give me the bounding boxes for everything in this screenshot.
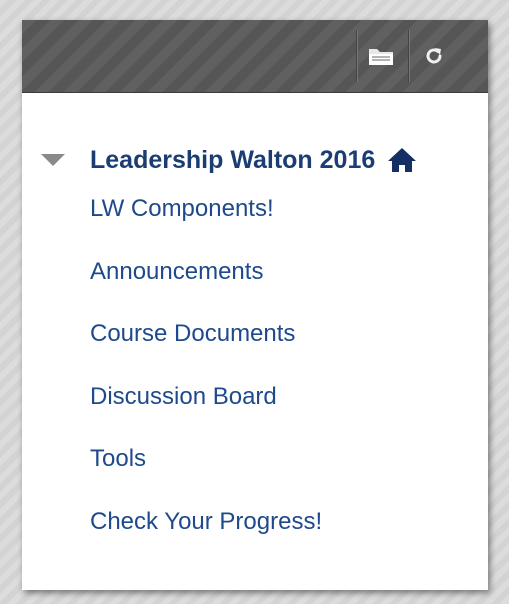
menu-item-tools: Tools — [90, 442, 322, 505]
menu-item-announcements: Announcements — [90, 255, 322, 318]
menu-item-discussion-board: Discussion Board — [90, 380, 322, 443]
triangle-down-icon — [41, 154, 65, 166]
menu-link[interactable]: Check Your Progress! — [90, 505, 322, 539]
menu-link[interactable]: Discussion Board — [90, 380, 277, 414]
menu-item-check-your-progress: Check Your Progress! — [90, 505, 322, 568]
menu-item-course-documents: Course Documents — [90, 317, 322, 380]
menu-link[interactable]: LW Components! — [90, 192, 274, 226]
collapse-toggle[interactable] — [40, 150, 70, 170]
menu-link[interactable]: Course Documents — [90, 317, 295, 351]
refresh-button[interactable] — [408, 30, 459, 82]
home-icon — [388, 148, 417, 172]
menu-link[interactable]: Tools — [90, 442, 146, 476]
course-menu-panel: Leadership Walton 2016 LW Components! An… — [22, 20, 488, 590]
folder-view-button[interactable] — [356, 30, 407, 82]
course-header: Leadership Walton 2016 — [40, 142, 480, 178]
course-menu-toolbar — [22, 20, 488, 93]
folder-icon — [369, 49, 393, 65]
course-menu-list: LW Components! Announcements Course Docu… — [90, 192, 322, 567]
refresh-icon — [426, 48, 442, 64]
menu-item-lw-components: LW Components! — [90, 192, 322, 255]
course-title[interactable]: Leadership Walton 2016 — [90, 146, 375, 175]
course-home-button[interactable] — [387, 146, 417, 174]
menu-link[interactable]: Announcements — [90, 255, 263, 289]
